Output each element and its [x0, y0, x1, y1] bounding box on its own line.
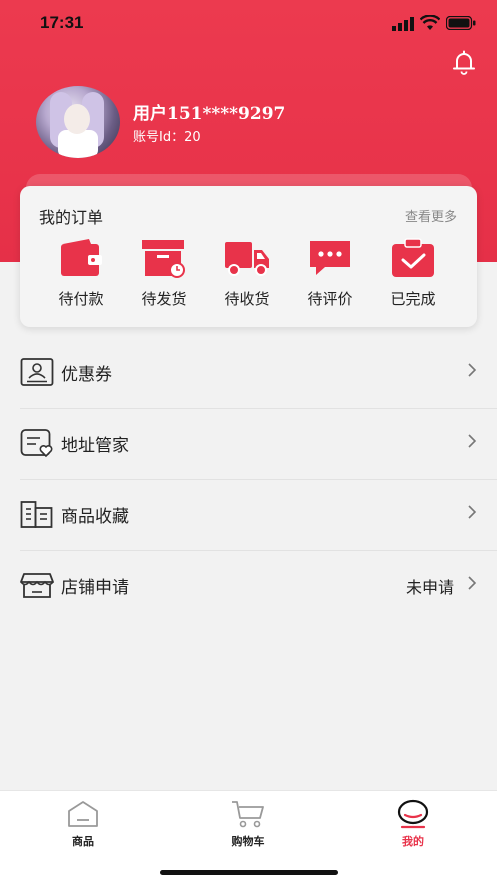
menu-item-favorites[interactable]: 商品收藏	[0, 479, 497, 549]
order-pending-receipt[interactable]: 待收货	[207, 238, 287, 318]
wifi-icon	[420, 15, 440, 30]
tab-mine[interactable]: 我的	[363, 799, 463, 849]
tab-label: 我的	[402, 835, 424, 848]
chevron-right-icon	[468, 505, 477, 519]
chevron-right-icon	[468, 576, 477, 590]
store-icon	[20, 573, 54, 598]
truck-icon	[225, 242, 269, 276]
profile-icon	[397, 799, 429, 829]
view-more-link[interactable]: 查看更多	[405, 206, 457, 225]
chevron-right-icon	[468, 434, 477, 448]
order-pending-review[interactable]: 待评价	[290, 238, 370, 318]
menu-item-address[interactable]: 地址管家	[0, 408, 497, 478]
order-label: 待付款	[58, 290, 104, 308]
chevron-right-icon	[468, 363, 477, 377]
order-label: 待发货	[141, 290, 187, 308]
tab-cart[interactable]: 购物车	[198, 799, 298, 849]
address-icon	[20, 429, 53, 458]
status-time: 17:31	[40, 13, 84, 32]
menu-item-label: 优惠券	[61, 365, 112, 385]
signal-icon	[392, 17, 414, 31]
store-application-status: 未申请	[405, 578, 454, 597]
cart-icon	[232, 801, 264, 828]
box-clock-icon	[142, 240, 185, 278]
home-icon	[68, 801, 98, 827]
menu-item-coupons[interactable]: 优惠券	[0, 337, 497, 407]
account-id: 账号Id：20	[133, 130, 201, 145]
order-pending-shipment[interactable]: 待发货	[124, 238, 204, 318]
tab-products[interactable]: 商品	[33, 799, 133, 849]
clipboard-check-icon	[392, 238, 434, 277]
menu-item-label: 地址管家	[61, 436, 129, 456]
comment-icon	[310, 241, 350, 275]
tab-label: 购物车	[231, 835, 265, 848]
tab-label: 商品	[72, 835, 94, 848]
orders-card: 我的订单 查看更多 待付款 待发货 待收货 待评价 已完成	[20, 186, 477, 327]
notification-bell-icon[interactable]	[450, 48, 478, 76]
orders-title: 我的订单	[39, 208, 104, 227]
order-label: 待评价	[307, 290, 353, 308]
avatar[interactable]	[36, 86, 120, 158]
favorites-icon	[20, 501, 53, 528]
menu-item-label: 店铺申请	[61, 578, 129, 598]
menu-item-store-application[interactable]: 店铺申请 未申请	[0, 550, 497, 620]
menu-item-label: 商品收藏	[61, 507, 129, 527]
order-label: 待收货	[224, 290, 270, 308]
home-indicator	[160, 870, 338, 875]
order-completed[interactable]: 已完成	[373, 238, 453, 318]
username: 用户151****9297	[133, 104, 286, 124]
order-label: 已完成	[390, 290, 436, 308]
wallet-icon	[61, 239, 102, 276]
status-bar: 17:31	[0, 0, 497, 46]
coupon-icon	[20, 358, 54, 386]
order-pending-payment[interactable]: 待付款	[41, 238, 121, 318]
battery-icon	[446, 16, 476, 30]
